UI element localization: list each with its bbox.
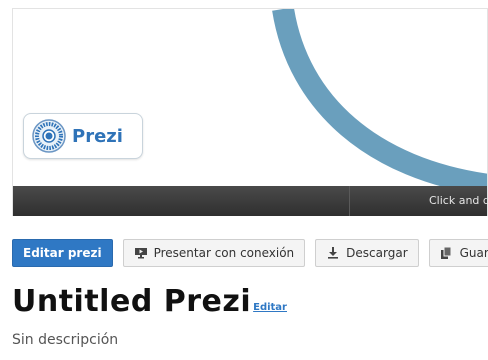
edit-title-link[interactable]: Editar	[253, 302, 287, 313]
present-online-button[interactable]: Presentar con conexión	[122, 239, 306, 267]
hint-bar-divider	[349, 186, 350, 216]
prezi-logo-badge: Prezi	[23, 113, 143, 159]
copy-icon	[440, 247, 452, 259]
prezi-preview[interactable]: Prezi Click and d	[12, 8, 488, 216]
save-copy-label: Guar	[459, 246, 488, 260]
download-button[interactable]: Descargar	[315, 239, 419, 267]
edit-prezi-label: Editar prezi	[23, 246, 102, 260]
prezi-description: Sin descripción	[12, 332, 119, 348]
download-icon	[328, 247, 339, 259]
prezi-logo-icon	[32, 119, 66, 153]
edit-prezi-button[interactable]: Editar prezi	[12, 239, 113, 267]
save-copy-button[interactable]: Guar	[428, 239, 488, 267]
preview-hint-bar: Click and d	[13, 186, 487, 216]
download-label: Descargar	[346, 246, 408, 260]
hint-text: Click and d	[429, 194, 488, 207]
prezi-title-row: Untitled Prezi Editar	[12, 284, 287, 319]
present-online-label: Presentar con conexión	[153, 246, 295, 260]
action-toolbar: Editar prezi Presentar con conexión Desc…	[12, 238, 488, 268]
prezi-title: Untitled Prezi	[12, 284, 252, 319]
present-screen-icon	[134, 248, 147, 259]
prezi-logo-text: Prezi	[72, 125, 123, 147]
